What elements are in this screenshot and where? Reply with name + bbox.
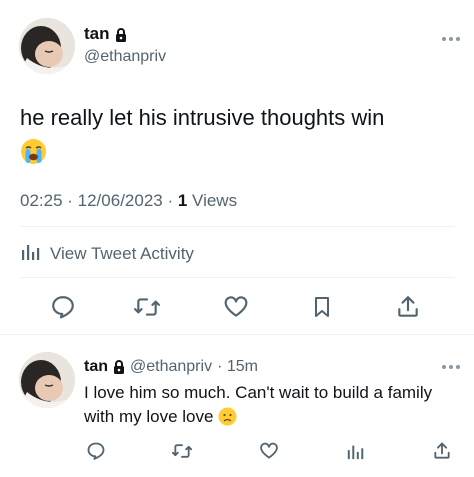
avatar[interactable]: [19, 352, 75, 408]
reply-icon[interactable]: [84, 439, 108, 463]
analytics-icon: [20, 241, 40, 266]
display-name[interactable]: tan: [84, 358, 108, 376]
more-icon[interactable]: [442, 37, 460, 41]
reply-time[interactable]: · 15m: [217, 358, 258, 376]
display-name[interactable]: tan: [84, 24, 127, 44]
reply-icon[interactable]: [47, 291, 79, 323]
activity-label: View Tweet Activity: [50, 243, 194, 263]
views-label: Views: [187, 191, 238, 210]
lock-icon: [113, 360, 125, 374]
analytics-icon[interactable]: [343, 439, 367, 463]
retweet-icon[interactable]: [170, 439, 194, 463]
timestamp[interactable]: 02:25 · 12/06/2023 ·: [20, 191, 178, 210]
loudly-crying-emoji-icon: [20, 138, 47, 165]
tweet-meta: 02:25 · 12/06/2023 · 1 Views: [20, 191, 237, 211]
tweet-actions: [20, 291, 454, 323]
reply-text-body: I love him so much. Can't wait to build …: [84, 383, 433, 426]
share-icon[interactable]: [392, 291, 424, 323]
view-tweet-activity[interactable]: View Tweet Activity: [20, 241, 194, 266]
reply-header: tan @ethanpriv · 15m: [84, 358, 258, 376]
views-count: 1: [177, 191, 188, 210]
divider: [20, 277, 454, 278]
display-name-text[interactable]: tan: [84, 24, 110, 44]
heart-icon[interactable]: [220, 291, 252, 323]
frowning-face-emoji-icon: [218, 407, 237, 426]
divider: [20, 226, 454, 227]
share-icon[interactable]: [430, 439, 454, 463]
lock-icon: [115, 27, 127, 42]
avatar[interactable]: [19, 18, 75, 74]
bookmark-icon[interactable]: [306, 291, 338, 323]
handle[interactable]: @ethanpriv: [130, 358, 212, 376]
heart-icon[interactable]: [257, 439, 281, 463]
tweet-text-body: he really let his intrusive thoughts win: [20, 105, 385, 130]
handle[interactable]: @ethanpriv: [84, 48, 166, 66]
retweet-icon[interactable]: [131, 291, 163, 323]
tweet-text: he really let his intrusive thoughts win: [20, 103, 460, 165]
reply-actions: [84, 439, 454, 463]
reply-text: I love him so much. Can't wait to build …: [84, 381, 454, 429]
divider: [0, 334, 474, 335]
more-icon[interactable]: [442, 365, 460, 369]
